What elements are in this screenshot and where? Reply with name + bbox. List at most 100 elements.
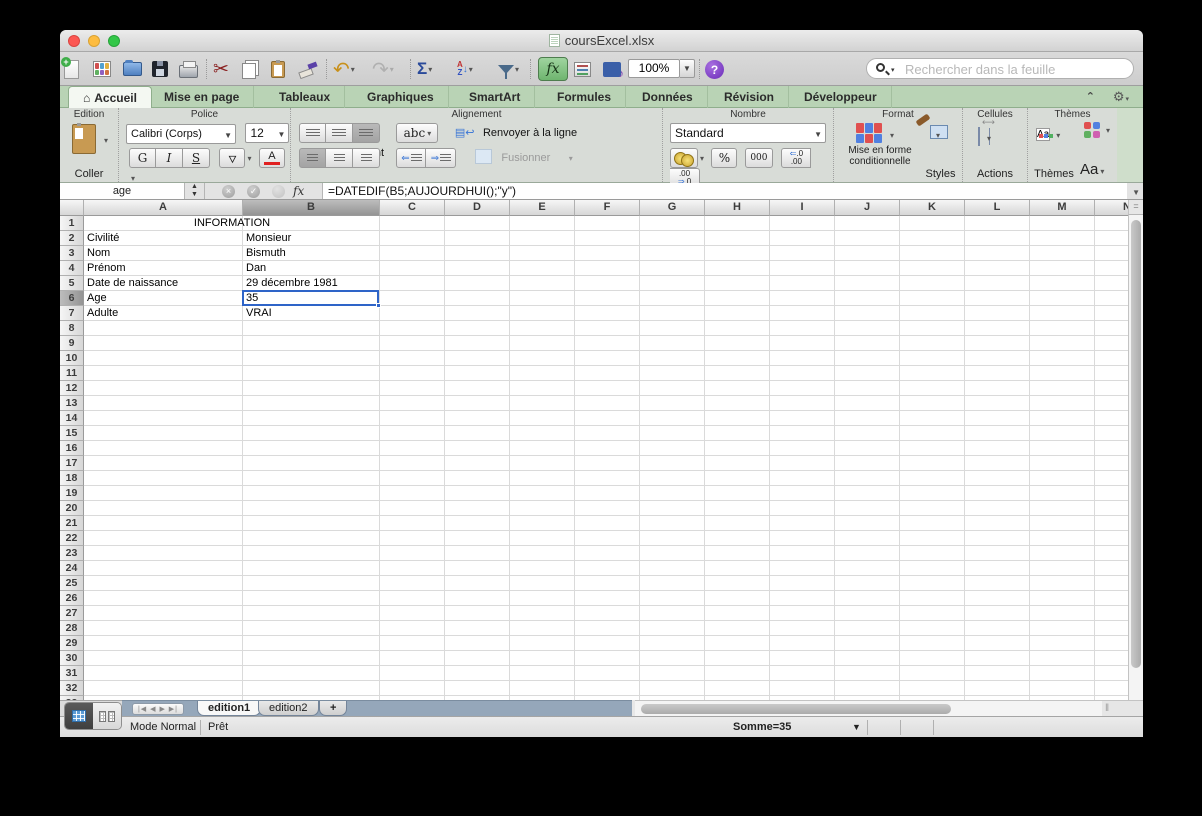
undo-button[interactable]: ↶▾ [333, 57, 355, 81]
row-header-4[interactable]: 4 [60, 261, 84, 276]
merge-arrow[interactable]: ▾ [569, 154, 573, 163]
decrease-decimal-button[interactable]: ⇐.0.00 [781, 148, 811, 168]
column-header-F[interactable]: F [575, 200, 640, 216]
horizontal-scrollbar[interactable] [635, 700, 1102, 716]
cell-A6[interactable]: Age [84, 291, 243, 306]
align-right-button[interactable] [353, 148, 380, 168]
select-all-corner[interactable] [60, 200, 84, 216]
zoom-dropdown-arrow[interactable]: ▼ [680, 59, 695, 78]
filter-button[interactable]: ▾ [498, 57, 519, 81]
align-middle-button[interactable] [326, 123, 353, 143]
gallery-button[interactable] [93, 57, 111, 81]
formula-builder-button[interactable]: fx [538, 57, 568, 81]
percent-format-button[interactable]: % [711, 148, 737, 168]
theme-colors-button[interactable]: ▾ [1084, 122, 1100, 138]
column-header-L[interactable]: L [965, 200, 1030, 216]
sort-button[interactable]: AZ↓▾ [457, 57, 473, 81]
conditional-formatting-button[interactable]: ▾ [856, 123, 882, 143]
row-header-15[interactable]: 15 [60, 426, 84, 441]
row-header-5[interactable]: 5 [60, 276, 84, 291]
tab-accueil[interactable]: ⌂Accueil [68, 86, 152, 108]
paste-button[interactable] [271, 57, 285, 81]
align-center-button[interactable] [326, 148, 353, 168]
paste-dropdown-arrow[interactable]: ▾ [104, 136, 108, 145]
row-header-18[interactable]: 18 [60, 471, 84, 486]
row-header-7[interactable]: 7 [60, 306, 84, 321]
italic-button[interactable]: I [156, 148, 183, 168]
horizontal-scrollbar-thumb[interactable] [641, 704, 951, 714]
cell-B2[interactable]: Monsieur [243, 231, 380, 246]
row-header-28[interactable]: 28 [60, 621, 84, 636]
number-format-select[interactable]: Standard▼ [670, 123, 826, 143]
name-box[interactable]: age [60, 183, 185, 199]
sum-dropdown-arrow[interactable]: ▼ [852, 722, 861, 732]
row-header-29[interactable]: 29 [60, 636, 84, 651]
scrollbar-resize-grip[interactable]: ‖ [1105, 703, 1110, 714]
font-color-arrow[interactable]: ▾ [131, 174, 135, 183]
merge-cells-icon[interactable] [475, 149, 492, 164]
wrap-text-icon[interactable]: ▤↩ [455, 127, 475, 139]
align-bottom-button[interactable] [353, 123, 380, 143]
print-button[interactable] [179, 57, 198, 81]
underline-button[interactable]: S [183, 148, 210, 168]
row-header-32[interactable]: 32 [60, 681, 84, 696]
row-header-31[interactable]: 31 [60, 666, 84, 681]
actions-button[interactable]: ▾ [978, 128, 980, 146]
name-box-stepper[interactable]: ▲▼ [185, 183, 205, 199]
copy-button[interactable] [242, 57, 256, 81]
row-header-8[interactable]: 8 [60, 321, 84, 336]
formula-bar-expand-arrow[interactable]: ▼ [1132, 188, 1140, 197]
tab-mise-en-page[interactable]: Mise en page [150, 86, 254, 108]
tab-tableaux[interactable]: Tableaux [265, 86, 345, 108]
fx-icon[interactable]: fx [293, 184, 304, 198]
worksheet-grid[interactable]: ABCDEFGHIJKLMN12345678910111213141516171… [60, 200, 1128, 700]
currency-format-button[interactable] [670, 148, 698, 168]
normal-view-button[interactable] [65, 703, 93, 729]
sheet-tab-edition2[interactable]: edition2 [258, 701, 319, 716]
row-header-11[interactable]: 11 [60, 366, 84, 381]
bold-button[interactable]: G [129, 148, 156, 168]
column-header-K[interactable]: K [900, 200, 965, 216]
column-header-I[interactable]: I [770, 200, 835, 216]
cell-A3[interactable]: Nom [84, 246, 243, 261]
column-header-G[interactable]: G [640, 200, 705, 216]
page-layout-view-button[interactable] [93, 703, 121, 729]
sum-indicator[interactable]: Somme=35 [733, 721, 791, 733]
font-name-select[interactable]: Calibri (Corps)▼ [126, 124, 236, 144]
cut-button[interactable]: ✂ [213, 57, 229, 81]
row-header-30[interactable]: 30 [60, 651, 84, 666]
search-input[interactable]: ▾ Rechercher dans la feuille [866, 58, 1134, 79]
cell-A1[interactable]: INFORMATION [84, 216, 380, 231]
tab-revision[interactable]: Révision [710, 86, 789, 108]
format-painter-button[interactable] [299, 57, 317, 81]
formula-input[interactable]: =DATEDIF(B5;AUJOURDHUI();"y") [322, 183, 1127, 199]
toolbox-button[interactable] [574, 57, 591, 81]
tab-developpeur[interactable]: Développeur [790, 86, 892, 108]
font-color-button[interactable]: A [259, 148, 285, 168]
column-header-B[interactable]: B [243, 200, 380, 216]
row-header-9[interactable]: 9 [60, 336, 84, 351]
sheet-nav-buttons[interactable]: |◀ ◀ ▶ ▶| [132, 703, 184, 715]
column-header-D[interactable]: D [445, 200, 510, 216]
column-header-A[interactable]: A [84, 200, 243, 216]
cell-B7[interactable]: VRAI [243, 306, 380, 321]
theme-fonts-button[interactable]: Aa▾ [1080, 161, 1104, 178]
row-header-24[interactable]: 24 [60, 561, 84, 576]
redo-button[interactable]: ↷▾ [372, 57, 394, 81]
vertical-split-handle[interactable]: = [1128, 200, 1143, 215]
row-header-17[interactable]: 17 [60, 456, 84, 471]
sheet-tab-edition1[interactable]: edition1 [197, 701, 261, 716]
merge-label[interactable]: Fusionner [501, 152, 550, 164]
vertical-scrollbar-thumb[interactable] [1131, 220, 1141, 668]
column-header-E[interactable]: E [510, 200, 575, 216]
font-size-select[interactable]: 12▼ [245, 123, 289, 143]
fill-handle[interactable] [376, 303, 381, 308]
row-header-19[interactable]: 19 [60, 486, 84, 501]
column-header-J[interactable]: J [835, 200, 900, 216]
search-scope-arrow-icon[interactable]: ▾ [891, 66, 895, 74]
paste-button[interactable]: ▾ [72, 124, 96, 159]
autosum-button[interactable]: Σ▾ [417, 57, 432, 81]
open-button[interactable] [123, 57, 142, 81]
align-left-button[interactable] [299, 148, 326, 168]
column-header-M[interactable]: M [1030, 200, 1095, 216]
